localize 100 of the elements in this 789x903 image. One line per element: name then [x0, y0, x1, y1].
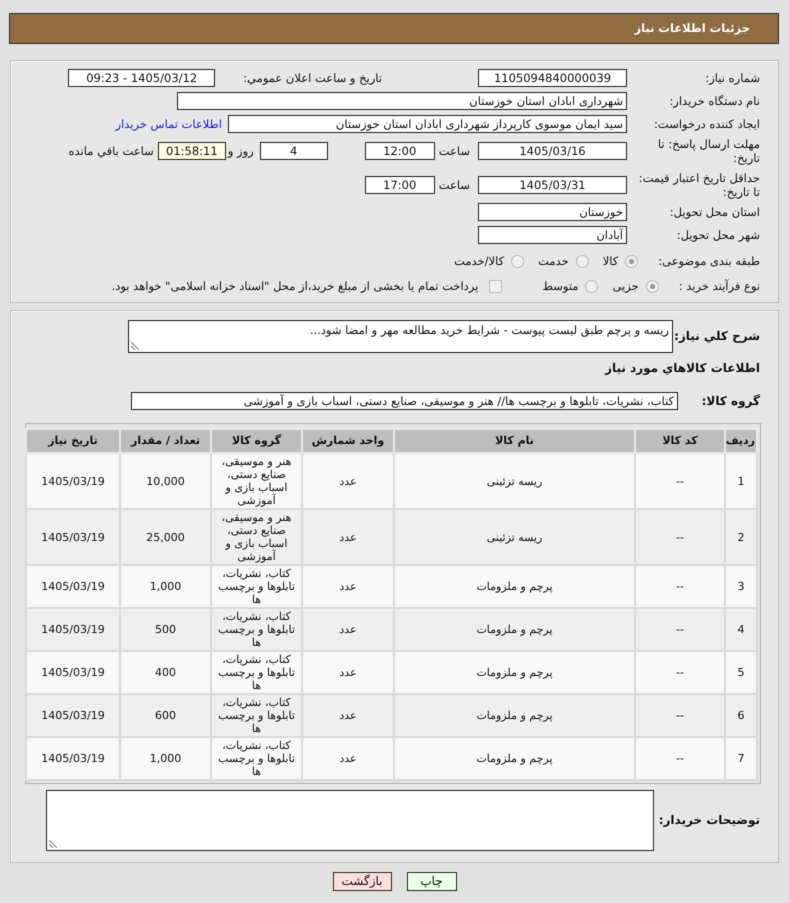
table-cell: عدد: [302, 608, 394, 651]
back-button[interactable]: بازگشت: [332, 872, 392, 891]
table-cell: عدد: [302, 453, 394, 509]
deadline-time-field: 12:00: [364, 142, 435, 160]
purchase-type-option-label: متوسط: [542, 278, 578, 294]
goods-group-label: گروه کالا:: [700, 394, 760, 408]
validity-date-field: 1405/03/31: [478, 176, 627, 194]
goods-section-heading: اطلاعات کالاهاي مورد نیاز: [604, 361, 760, 376]
requester-field: سید ایمان موسوی کارپرداز شهرداری ابادان استان خوزستان: [228, 115, 627, 133]
table-cell: 1405/03/19: [26, 608, 120, 651]
buyer-org-label: نام دستگاه خریدار:: [668, 94, 760, 108]
table-cell: 3: [725, 565, 757, 608]
table-cell: 1405/03/19: [26, 453, 120, 509]
need-number-field: 1105094840000039: [478, 69, 627, 87]
table-cell: 25,000: [120, 509, 211, 565]
table-cell: 1,000: [120, 737, 211, 780]
column-header: واحد شمارش: [302, 429, 394, 453]
days-label: روز و: [228, 144, 254, 158]
table-cell: کتاب، نشریات، تابلوها و برچسب ها: [211, 608, 302, 651]
category-option-label: خدمت: [538, 254, 569, 268]
table-cell: ریسه تزئینی: [394, 453, 635, 509]
table-cell: --: [635, 651, 725, 694]
deadline-date-field: 1405/03/16: [478, 142, 627, 160]
resize-grip-icon[interactable]: [131, 342, 139, 350]
goods-group-field: کتاب، نشریات، تابلوها و برچسب ها// هنر و موسیقی، صنایع دستی، اسباب بازی و آموزشی: [131, 392, 678, 410]
page-title: جزئیات اطلاعات نیاز: [634, 21, 750, 36]
print-button[interactable]: چاپ: [406, 872, 456, 891]
table-cell: 10,000: [120, 453, 211, 509]
announce-date-label: تاریخ و ساعت اعلان عمومي:: [243, 70, 382, 86]
table-cell: 7: [725, 737, 757, 780]
resize-grip-icon[interactable]: [49, 840, 57, 848]
days-field: 4: [260, 142, 328, 160]
province-field: خوزستان: [478, 203, 627, 221]
remaining-time-field: 01:58:11: [158, 142, 226, 160]
table-cell: --: [635, 509, 725, 565]
table-cell: 1405/03/19: [26, 651, 120, 694]
table-cell: 1,000: [120, 565, 211, 608]
table-cell: هنر و موسیقی، صنایع دستی، اسباب بازی و آموزشی: [211, 509, 302, 565]
remaining-time-label: ساعت باقي مانده: [68, 144, 154, 158]
column-header: کد کالا: [635, 429, 725, 453]
table-cell: عدد: [302, 737, 394, 780]
table-cell: --: [635, 737, 725, 780]
column-header: تاریخ نیاز: [26, 429, 120, 453]
need-number-label: شماره نیاز:: [704, 70, 760, 86]
table-cell: 4: [725, 608, 757, 651]
table-cell: 600: [120, 694, 211, 737]
province-label: استان محل تحویل:: [668, 204, 760, 220]
column-header: تعداد / مقدار: [120, 429, 211, 453]
city-label: شهر محل تحویل:: [676, 228, 760, 242]
table-cell: پرچم و ملزومات: [394, 565, 635, 608]
table-cell: 500: [120, 608, 211, 651]
city-field: آبادان: [478, 226, 627, 244]
table-cell: --: [635, 565, 725, 608]
purchase-type-option-label: جزیی: [612, 278, 639, 294]
table-cell: عدد: [302, 509, 394, 565]
table-cell: عدد: [302, 651, 394, 694]
treasury-checkbox-label: پرداخت تمام یا بخشی از مبلغ خرید،از محل "اسناد خزانه اسلامی" خواهد بود.: [112, 278, 478, 294]
buyer-notes-field[interactable]: [46, 790, 654, 851]
table-cell: 1405/03/19: [26, 694, 120, 737]
buyer-notes-label: توضیحات خریدار:: [658, 813, 760, 828]
buyer-org-field: شهرداری ابادان استان خوزستان: [177, 92, 627, 110]
announce-date-field: 1405/03/12 - 09:23: [68, 69, 216, 87]
table-cell: پرچم و ملزومات: [394, 694, 635, 737]
category-option-label: کالا/خدمت: [454, 254, 504, 268]
contact-info-link[interactable]: اطلاعات تماس خریدار: [115, 116, 222, 132]
table-cell: کتاب، نشریات، تابلوها و برچسب ها: [211, 694, 302, 737]
column-header: گروه کالا: [211, 429, 302, 453]
response-deadline-label: مهلت ارسال پاسخ: تا تاریخ:: [656, 136, 760, 166]
table-cell: --: [635, 608, 725, 651]
table-cell: 1405/03/19: [26, 509, 120, 565]
price-validity-label: حداقل تاریخ اعتبار قیمت: تا تاریخ:: [638, 170, 760, 200]
validity-time-field: 17:00: [364, 176, 435, 194]
table-cell: پرچم و ملزومات: [394, 608, 635, 651]
description-label: شرح کلي نیاز:: [673, 329, 760, 344]
table-cell: پرچم و ملزومات: [394, 737, 635, 780]
time-label: ساعت: [438, 144, 470, 158]
description-field[interactable]: ریسه و پرچم طبق لیست پیوست - شرایط خرید مطالعه مهر و امضا شود...: [128, 320, 673, 353]
category-label: طبقه بندی موضوعی:: [658, 254, 760, 268]
table-cell: --: [635, 453, 725, 509]
table-cell: 1405/03/19: [26, 565, 120, 608]
table-cell: هنر و موسیقی، صنایع دستی، اسباب بازی و آموزشی: [211, 453, 302, 509]
requester-label: ایجاد کننده درخواست:: [653, 116, 760, 132]
table-cell: عدد: [302, 694, 394, 737]
time-label: ساعت: [438, 178, 470, 192]
category-option-label: کالا: [602, 254, 618, 268]
table-cell: ریسه تزئینی: [394, 509, 635, 565]
table-cell: 400: [120, 651, 211, 694]
table-cell: 5: [725, 651, 757, 694]
purchase-type-label: نوع فرآیند خرید :: [678, 278, 760, 294]
table-cell: --: [635, 694, 725, 737]
table-cell: پرچم و ملزومات: [394, 651, 635, 694]
table-cell: 1405/03/19: [26, 737, 120, 780]
column-header: ردیف: [725, 429, 757, 453]
table-cell: 2: [725, 509, 757, 565]
table-cell: کتاب، نشریات، تابلوها و برچسب ها: [211, 737, 302, 780]
table-cell: 1: [725, 453, 757, 509]
table-cell: کتاب، نشریات، تابلوها و برچسب ها: [211, 651, 302, 694]
column-header: نام کالا: [394, 429, 635, 453]
table-cell: کتاب، نشریات، تابلوها و برچسب ها: [211, 565, 302, 608]
table-cell: 6: [725, 694, 757, 737]
